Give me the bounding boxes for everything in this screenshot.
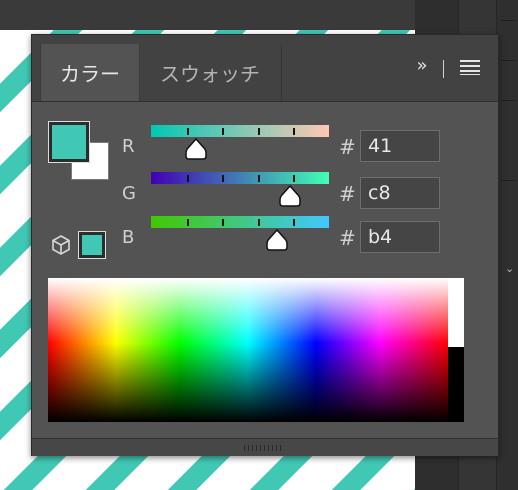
slider-ticks xyxy=(151,125,329,137)
channel-label-b: B xyxy=(122,227,135,248)
channel-slider-g[interactable] xyxy=(151,172,329,184)
channel-slider-b[interactable] xyxy=(151,216,329,228)
hex-hash-b: # xyxy=(339,226,356,250)
slider-thumb-b[interactable] xyxy=(266,228,289,252)
color-panel: カラー スウォッチ » R #41 G # c8 B # b4 xyxy=(31,34,499,456)
slider-tick xyxy=(222,219,225,226)
hex-input-g[interactable]: c8 xyxy=(360,177,440,209)
slider-tick xyxy=(293,128,296,135)
tab-swatches[interactable]: スウォッチ xyxy=(139,44,282,101)
websafe-color-swatch[interactable] xyxy=(82,235,102,255)
double-chevron-right-icon[interactable]: » xyxy=(411,55,433,77)
color-spectrum-ramp[interactable] xyxy=(48,278,464,422)
slider-tick xyxy=(257,219,260,226)
spectrum-rainbow[interactable] xyxy=(48,278,448,422)
hex-hash-r: # xyxy=(339,135,356,159)
channel-slider-r[interactable] xyxy=(151,125,329,137)
slider-tick xyxy=(222,128,225,135)
websafe-color-frame[interactable] xyxy=(78,231,106,259)
cube-icon[interactable] xyxy=(50,234,72,256)
hex-input-b[interactable]: b4 xyxy=(360,221,440,253)
hex-hash-g: # xyxy=(339,182,356,206)
slider-tick xyxy=(186,175,189,182)
tab-color[interactable]: カラー xyxy=(40,44,140,101)
resize-grip-icon[interactable] xyxy=(244,445,284,451)
panel-tab-bar: カラー スウォッチ » xyxy=(32,35,498,102)
slider-thumb-g[interactable] xyxy=(279,184,301,208)
tab-separator xyxy=(443,60,444,78)
channel-label-r: R xyxy=(122,136,135,157)
panel-resize-strip[interactable] xyxy=(32,438,498,456)
slider-tick xyxy=(186,219,189,226)
channel-label-g: G xyxy=(122,183,136,204)
hex-input-r[interactable]: 41 xyxy=(360,130,440,162)
hamburger-menu-icon[interactable] xyxy=(460,60,480,76)
slider-thumb-r[interactable] xyxy=(184,137,207,161)
slider-tick xyxy=(293,175,296,182)
foreground-color-frame[interactable] xyxy=(48,121,90,163)
spectrum-black-white[interactable] xyxy=(448,278,464,422)
foreground-color-swatch[interactable] xyxy=(52,125,86,159)
chevron-down-icon[interactable]: ⌄ xyxy=(505,262,514,275)
slider-tick xyxy=(257,128,260,135)
slider-ticks xyxy=(151,172,329,184)
slider-tick xyxy=(257,175,260,182)
dock-scroll-column xyxy=(496,0,518,490)
slider-tick xyxy=(222,175,225,182)
slider-ticks xyxy=(151,216,329,228)
slider-tick xyxy=(186,128,189,135)
slider-tick xyxy=(293,219,296,226)
